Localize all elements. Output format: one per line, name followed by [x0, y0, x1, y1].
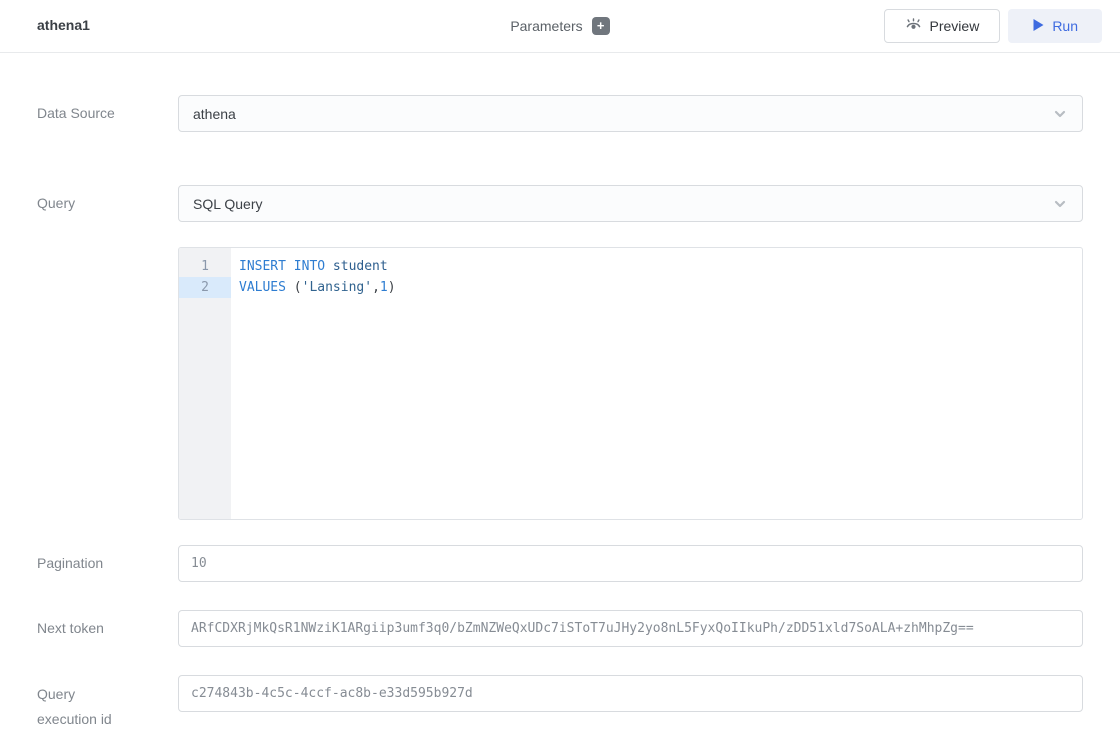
chevron-down-icon: [1052, 196, 1068, 212]
parameters-label: Parameters: [510, 18, 582, 34]
pagination-input[interactable]: [178, 545, 1083, 582]
editor-gutter: 12: [179, 248, 231, 519]
query-execution-id-row: Query execution id: [37, 675, 1083, 732]
next-token-field: [178, 610, 1083, 647]
topbar-right: Preview Run: [820, 9, 1120, 43]
preview-button[interactable]: Preview: [884, 9, 1001, 43]
next-token-label: Next token: [37, 616, 133, 641]
next-token-row: Next token: [37, 610, 1083, 647]
chevron-down-icon: [1052, 106, 1068, 122]
query-execution-id-input[interactable]: [178, 675, 1083, 712]
query-type-value: SQL Query: [193, 196, 1052, 212]
pagination-field: [178, 545, 1083, 582]
query-title: athena1: [37, 17, 90, 33]
pagination-row: Pagination: [37, 545, 1083, 582]
editor-code[interactable]: INSERT INTO studentVALUES ('Lansing',1): [231, 248, 1082, 519]
data-source-field: athena: [178, 95, 1083, 132]
query-type-row: Query SQL Query: [37, 185, 1083, 222]
topbar: athena1 Parameters + Preview: [0, 0, 1120, 53]
query-editor-panel: Data Source athena Query SQL Query: [0, 53, 1120, 732]
sql-code-editor[interactable]: 12 INSERT INTO studentVALUES ('Lansing',…: [178, 247, 1083, 520]
play-icon: [1032, 18, 1044, 35]
plus-icon: +: [597, 18, 605, 34]
topbar-center: Parameters +: [300, 17, 820, 35]
query-execution-id-field: [178, 675, 1083, 712]
query-type-select[interactable]: SQL Query: [178, 185, 1083, 222]
data-source-select[interactable]: athena: [178, 95, 1083, 132]
preview-button-label: Preview: [930, 18, 980, 34]
next-token-input[interactable]: [178, 610, 1083, 647]
eye-icon: [905, 18, 922, 35]
data-source-label: Data Source: [37, 101, 133, 126]
add-parameter-button[interactable]: +: [592, 17, 610, 35]
topbar-left: athena1: [0, 17, 300, 35]
data-source-row: Data Source athena: [37, 95, 1083, 132]
query-type-label: Query: [37, 191, 133, 216]
query-execution-id-label: Query execution id: [37, 675, 133, 732]
sql-editor-field: 12 INSERT INTO studentVALUES ('Lansing',…: [178, 247, 1083, 520]
run-button-label: Run: [1052, 18, 1078, 34]
sql-editor-row: 12 INSERT INTO studentVALUES ('Lansing',…: [37, 247, 1083, 520]
query-type-field: SQL Query: [178, 185, 1083, 222]
pagination-label: Pagination: [37, 551, 133, 576]
data-source-value: athena: [193, 106, 1052, 122]
run-button[interactable]: Run: [1008, 9, 1102, 43]
